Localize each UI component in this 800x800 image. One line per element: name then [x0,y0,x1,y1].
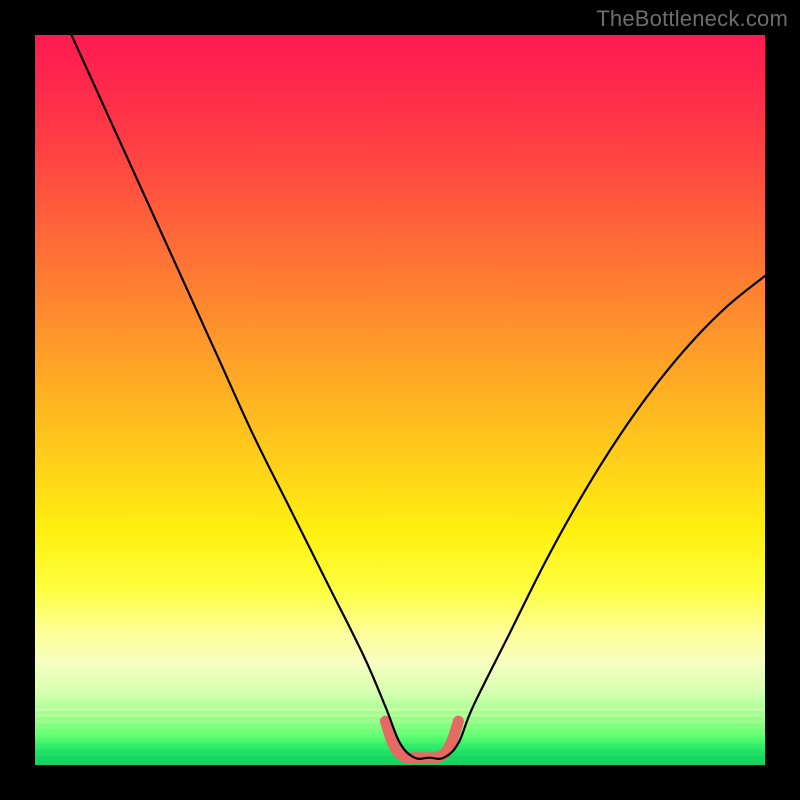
bottleneck-curve-path [72,35,766,759]
optimal-marker [385,721,458,758]
plot-area [35,35,765,765]
chart-stage: TheBottleneck.com [0,0,800,800]
bottleneck-curve [72,35,766,759]
watermark-text: TheBottleneck.com [596,6,788,32]
chart-svg [35,35,765,765]
optimal-marker-path [385,721,458,758]
